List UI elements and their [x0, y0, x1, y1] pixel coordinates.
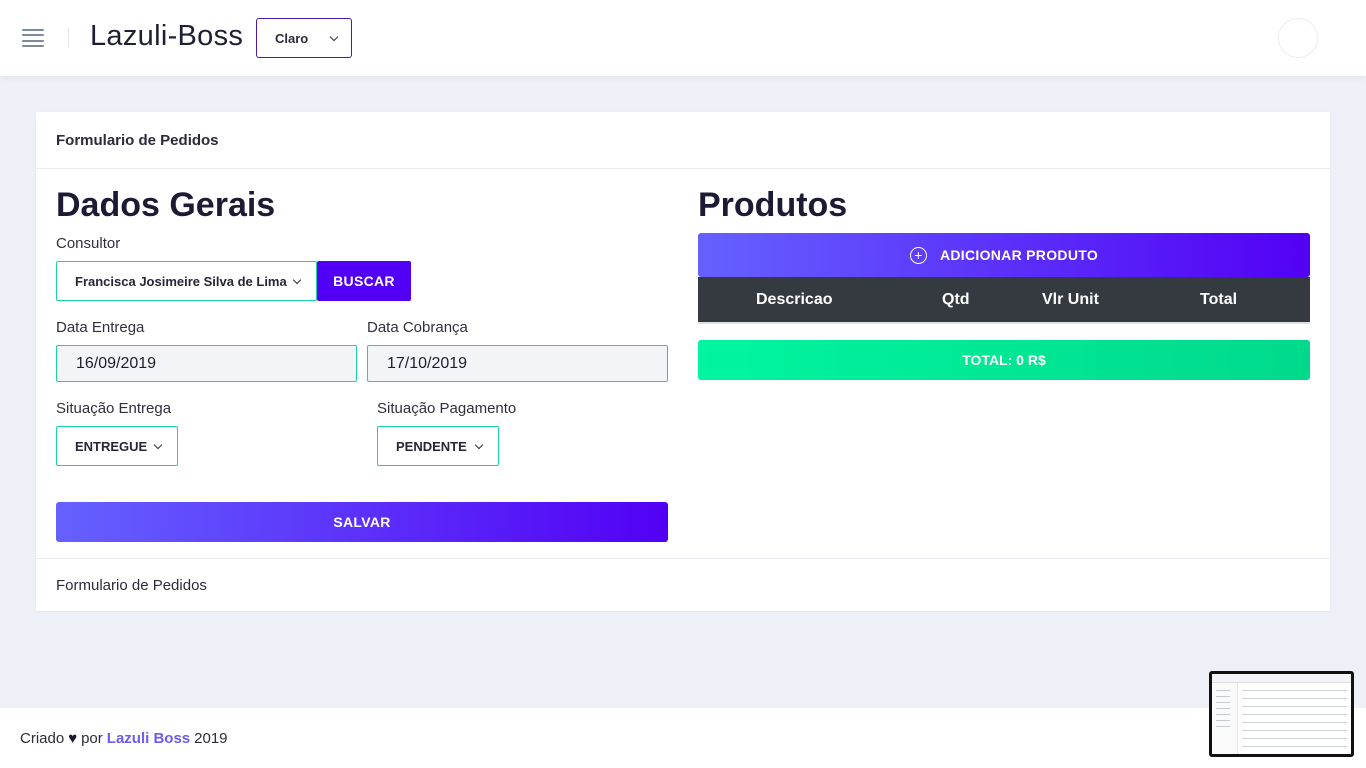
top-bar: Lazuli-Boss Claro — [0, 0, 1366, 76]
situacao-pagamento-value: PENDENTE — [396, 438, 467, 454]
column-header-total: Total — [1200, 291, 1238, 308]
situacao-entrega-label: Situação Entrega — [56, 400, 172, 417]
chevron-down-icon — [153, 440, 163, 450]
table-divider — [698, 322, 1310, 324]
footer-year: 2019 — [194, 729, 228, 747]
buscar-button[interactable]: BUSCAR — [317, 261, 411, 301]
products-table-header: Descricao Qtd Vlr Unit Total — [698, 277, 1310, 324]
chevron-down-icon — [474, 440, 484, 450]
consultor-select[interactable]: Francisca Josimeire Silva de Lima — [56, 261, 317, 301]
footer-prefix: Criado — [20, 729, 65, 747]
header-divider — [68, 28, 69, 48]
footer-by: por — [81, 729, 103, 747]
situacao-entrega-select[interactable]: ENTREGUE — [56, 426, 178, 466]
salvar-button[interactable]: SALVAR — [56, 502, 668, 542]
order-form-card: Formulario de Pedidos Dados Gerais Consu… — [36, 112, 1330, 611]
situacao-pagamento-label: Situação Pagamento — [377, 400, 517, 417]
page-footer: Criado ♥ por Lazuli Boss 2019 — [0, 708, 1366, 768]
situacao-entrega-value: ENTREGUE — [75, 438, 148, 454]
column-header-qtd: Qtd — [942, 291, 970, 308]
situacao-pagamento-select[interactable]: PENDENTE — [377, 426, 499, 466]
data-entrega-label: Data Entrega — [56, 319, 145, 336]
column-header-descricao: Descricao — [756, 291, 833, 308]
hamburger-icon[interactable] — [22, 29, 46, 47]
brand-link[interactable]: Lazuli Boss — [107, 730, 190, 747]
dados-gerais-title: Dados Gerais — [56, 186, 276, 224]
data-cobranca-label: Data Cobrança — [367, 319, 468, 336]
data-cobranca-input[interactable]: 17/10/2019 — [367, 345, 668, 382]
adicionar-produto-button[interactable]: + ADICIONAR PRODUTO — [698, 233, 1310, 277]
data-entrega-input[interactable]: 16/09/2019 — [56, 345, 357, 382]
card-footer-text: Formulario de Pedidos — [36, 558, 1330, 611]
adicionar-produto-label: ADICIONAR PRODUTO — [939, 247, 1099, 263]
heart-icon: ♥ — [68, 729, 78, 747]
screenshot-thumbnail[interactable] — [1209, 671, 1354, 757]
chevron-down-icon — [329, 32, 339, 42]
app-title: Lazuli-Boss — [90, 20, 244, 52]
chevron-down-icon — [292, 275, 302, 285]
column-header-vlr-unit: Vlr Unit — [1042, 291, 1099, 308]
plus-circle-icon: + — [909, 246, 927, 264]
card-header-title: Formulario de Pedidos — [36, 112, 1330, 169]
avatar[interactable] — [1278, 18, 1318, 58]
consultor-label: Consultor — [56, 235, 121, 252]
theme-select[interactable]: Claro — [256, 18, 352, 58]
produtos-title: Produtos — [698, 186, 848, 224]
theme-select-value: Claro — [275, 30, 309, 46]
consultor-select-value: Francisca Josimeire Silva de Lima — [75, 273, 287, 289]
total-bar: TOTAL: 0 R$ — [698, 340, 1310, 380]
